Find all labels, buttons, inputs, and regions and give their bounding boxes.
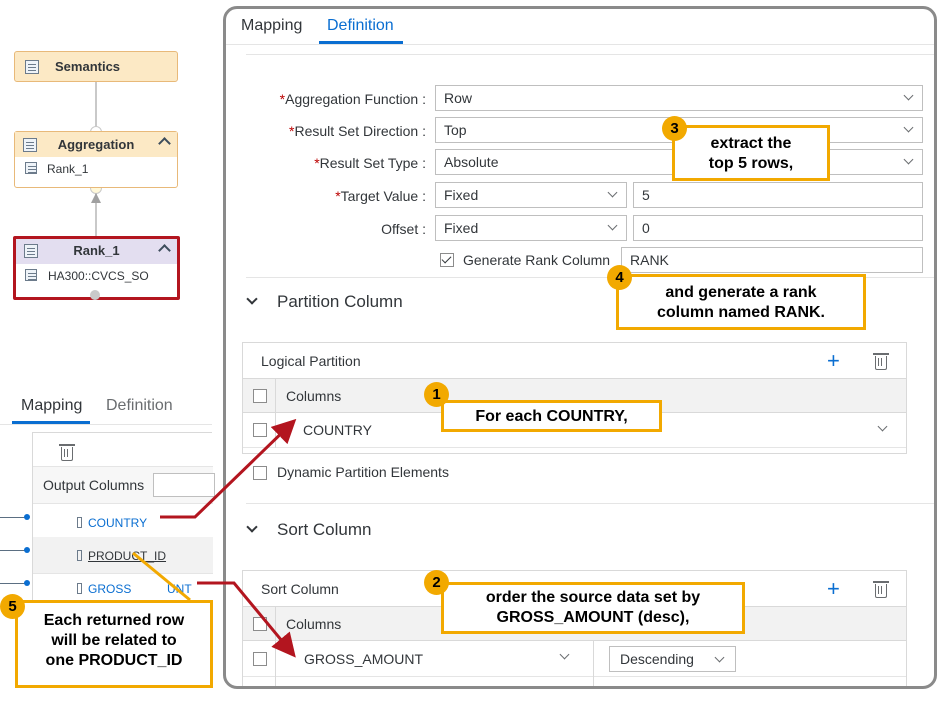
callout-4: and generate a rank column named RANK.	[616, 274, 866, 330]
arrow-country	[160, 418, 297, 519]
callout-3: extract the top 5 rows,	[672, 125, 830, 181]
callout-1-badge: 1	[424, 382, 449, 407]
callout-5-pointer	[132, 551, 191, 602]
callout-3-badge: 3	[662, 116, 687, 141]
callout-5: Each returned row will be related to one P…	[15, 600, 213, 688]
callout-1: For each COUNTRY,	[441, 400, 662, 432]
callout-2: order the source data set by GROSS_AMOUNT…	[441, 582, 745, 634]
callout-4-badge: 4	[607, 265, 632, 290]
callout-2-badge: 2	[424, 570, 449, 595]
callout-5-badge: 5	[0, 594, 25, 619]
